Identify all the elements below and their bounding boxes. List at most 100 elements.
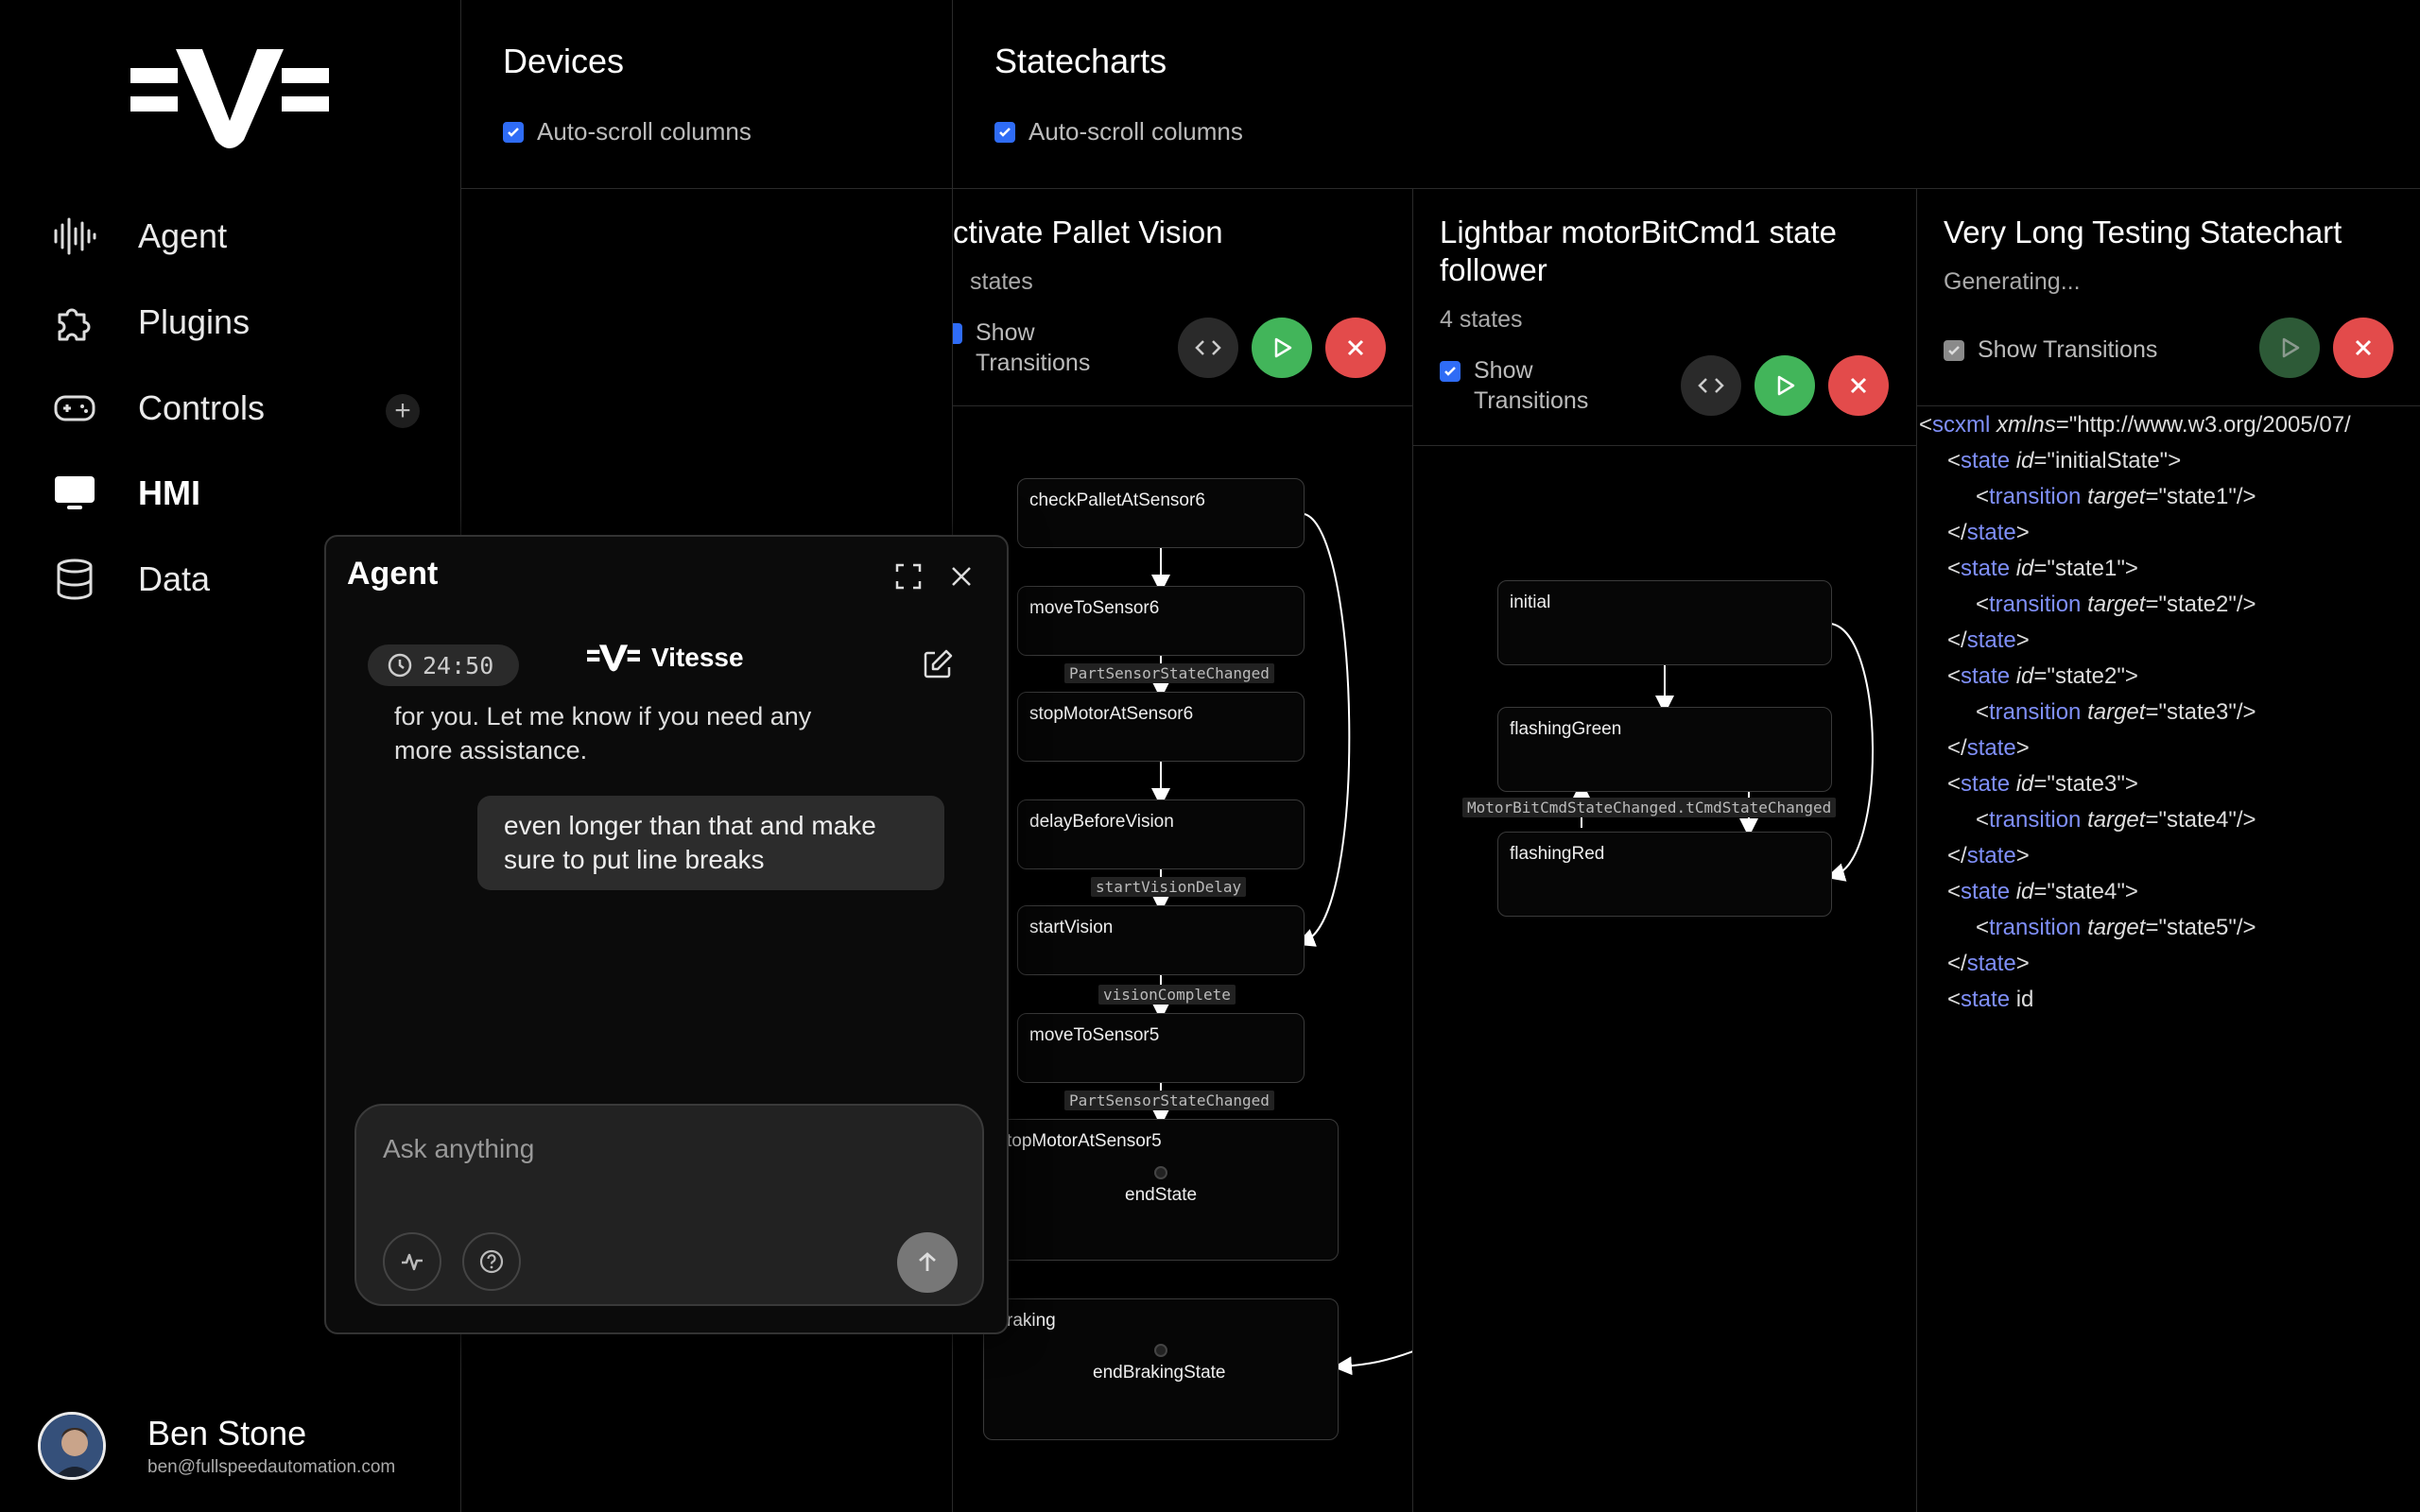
- devices-autoscroll-toggle[interactable]: Auto-scroll columns: [503, 117, 752, 146]
- statecharts-autoscroll-toggle[interactable]: Auto-scroll columns: [994, 117, 1243, 146]
- gamepad-icon: [53, 387, 96, 430]
- monitor-icon: [53, 472, 96, 515]
- help-icon: [479, 1249, 504, 1274]
- code-line: </state>: [1947, 843, 2030, 868]
- activity-icon: [402, 1253, 423, 1271]
- timer-value: 24:50: [423, 651, 494, 679]
- state-node[interactable]: moveToSensor6: [1017, 586, 1305, 656]
- statechart-column-lightbar: Lightbar motorBitCmd1 state follower 4 s…: [1413, 189, 1917, 1512]
- final-state-label: endBrakingState: [1093, 1363, 1226, 1383]
- expand-button[interactable]: [893, 561, 924, 592]
- send-button[interactable]: [897, 1232, 958, 1293]
- autoscroll-label: Auto-scroll columns: [1028, 117, 1243, 146]
- clock-icon: [388, 653, 412, 678]
- code-line: </state>: [1947, 520, 2030, 545]
- code-line: <transition target="state3"/>: [1976, 699, 2256, 725]
- sidebar-item-label: HMI: [138, 473, 200, 512]
- sidebar-item-agent[interactable]: Agent: [53, 208, 431, 265]
- devices-header: Devices Auto-scroll columns: [461, 0, 953, 189]
- database-icon: [53, 558, 96, 601]
- assistant-brand: Vitesse: [587, 643, 744, 673]
- close-panel-button[interactable]: [946, 561, 977, 592]
- code-line: <state id: [1947, 987, 2034, 1012]
- code-line: <state id="state3">: [1947, 771, 2138, 797]
- code-line: <scxml xmlns="http://www.w3.org/2005/07/: [1919, 412, 2351, 438]
- sidebar-item-controls[interactable]: Controls: [53, 380, 431, 437]
- code-line: <state id="initialState">: [1947, 448, 2182, 473]
- state-node[interactable]: flashingGreen: [1497, 707, 1832, 792]
- close-icon: [2355, 339, 2372, 356]
- code-line: <state id="state2">: [1947, 663, 2138, 689]
- waveform-icon: [53, 215, 96, 258]
- brand-name: Vitesse: [651, 643, 744, 672]
- code-line: </state>: [1947, 951, 2030, 976]
- statechart-column-very-long: Very Long Testing Statechart Generating.…: [1917, 189, 2420, 1512]
- statechart-header: Very Long Testing Statechart Generating.…: [1917, 189, 2420, 406]
- puzzle-icon: [53, 301, 96, 344]
- add-control-button[interactable]: +: [386, 394, 420, 428]
- transition-label: PartSensorStateChanged: [1064, 663, 1274, 683]
- state-node[interactable]: delayBeforeVision: [1017, 799, 1305, 869]
- code-line: </state>: [1947, 735, 2030, 761]
- chat-input-box[interactable]: Ask anything: [354, 1104, 984, 1306]
- edit-icon: [924, 649, 953, 679]
- state-node[interactable]: initial: [1497, 580, 1832, 665]
- agent-panel-title: Agent: [347, 556, 439, 592]
- user-message: even longer than that and make sure to p…: [477, 796, 944, 890]
- stop-button[interactable]: [2333, 318, 2394, 378]
- sidebar-item-label: Data: [138, 559, 211, 598]
- transition-label: PartSensorStateChanged: [1064, 1091, 1274, 1110]
- code-line: <transition target="state5"/>: [1976, 915, 2256, 940]
- show-transitions-label: Show Transitions: [1978, 336, 2158, 363]
- transition-label: visionComplete: [1098, 985, 1236, 1005]
- fullscreen-icon: [895, 563, 922, 590]
- state-node[interactable]: moveToSensor5: [1017, 1013, 1305, 1083]
- sidebar-item-label: Controls: [138, 388, 266, 427]
- vitesse-logo-icon: [587, 644, 640, 672]
- autoscroll-label: Auto-scroll columns: [537, 117, 752, 146]
- play-icon: [2282, 337, 2300, 358]
- activity-button[interactable]: [383, 1232, 441, 1291]
- transition-label: startVisionDelay: [1091, 877, 1247, 897]
- sidebar-item-hmi[interactable]: HMI: [53, 465, 431, 522]
- code-line: <state id="state1">: [1947, 556, 2138, 581]
- code-line: <transition target="state1"/>: [1976, 484, 2256, 509]
- sidebar-item-plugins[interactable]: Plugins: [53, 294, 431, 351]
- generating-status: Generating...: [1944, 268, 2081, 295]
- new-chat-button[interactable]: [922, 648, 956, 682]
- checkbox-checked-icon[interactable]: [503, 121, 524, 143]
- devices-title: Devices: [503, 42, 625, 80]
- user-name: Ben Stone: [147, 1414, 307, 1452]
- state-node[interactable]: startVision: [1017, 905, 1305, 975]
- agent-chat-panel: Agent 24:50 Vitesse for you. Let me know…: [324, 535, 1009, 1334]
- close-icon: [952, 567, 971, 586]
- statecharts-title: Statecharts: [994, 42, 1167, 80]
- sidebar-item-label: Plugins: [138, 302, 251, 341]
- app-logo: [130, 49, 329, 148]
- code-line: <state id="state4">: [1947, 879, 2138, 904]
- state-node[interactable]: flashingRed: [1497, 832, 1832, 917]
- transition-label: MotorBitCmdStateChanged.tCmdStateChanged: [1462, 798, 1837, 817]
- session-timer: 24:50: [368, 644, 519, 686]
- final-state-label: endState: [1125, 1185, 1198, 1205]
- sidebar-item-label: Agent: [138, 216, 228, 255]
- state-node[interactable]: checkPalletAtSensor6: [1017, 478, 1305, 548]
- statechart-title: Very Long Testing Statechart: [1944, 215, 2342, 249]
- user-email: ben@fullspeedautomation.com: [147, 1457, 396, 1477]
- run-button[interactable]: [2259, 318, 2320, 378]
- user-profile[interactable]: Ben Stone ben@fullspeedautomation.com: [38, 1408, 454, 1484]
- statechart-column-pallet-vision: ctivate Pallet Vision states Show Transi…: [953, 189, 1413, 1512]
- checkbox-checked-icon[interactable]: [994, 121, 1015, 143]
- show-transitions-toggle[interactable]: Show Transitions: [1944, 335, 2157, 365]
- assistant-message: for you. Let me know if you need any mor…: [394, 702, 812, 765]
- statecharts-header: Statecharts Auto-scroll columns: [953, 0, 2420, 189]
- avatar: [38, 1412, 106, 1480]
- code-line: </state>: [1947, 627, 2030, 653]
- chat-input-placeholder[interactable]: Ask anything: [383, 1134, 534, 1164]
- code-line: <transition target="state2"/>: [1976, 592, 2256, 617]
- final-state-marker: [1154, 1344, 1167, 1357]
- help-button[interactable]: [462, 1232, 521, 1291]
- arrow-up-icon: [919, 1252, 936, 1271]
- state-node[interactable]: stopMotorAtSensor6: [1017, 692, 1305, 762]
- checkbox-disabled-icon[interactable]: [1944, 340, 1964, 361]
